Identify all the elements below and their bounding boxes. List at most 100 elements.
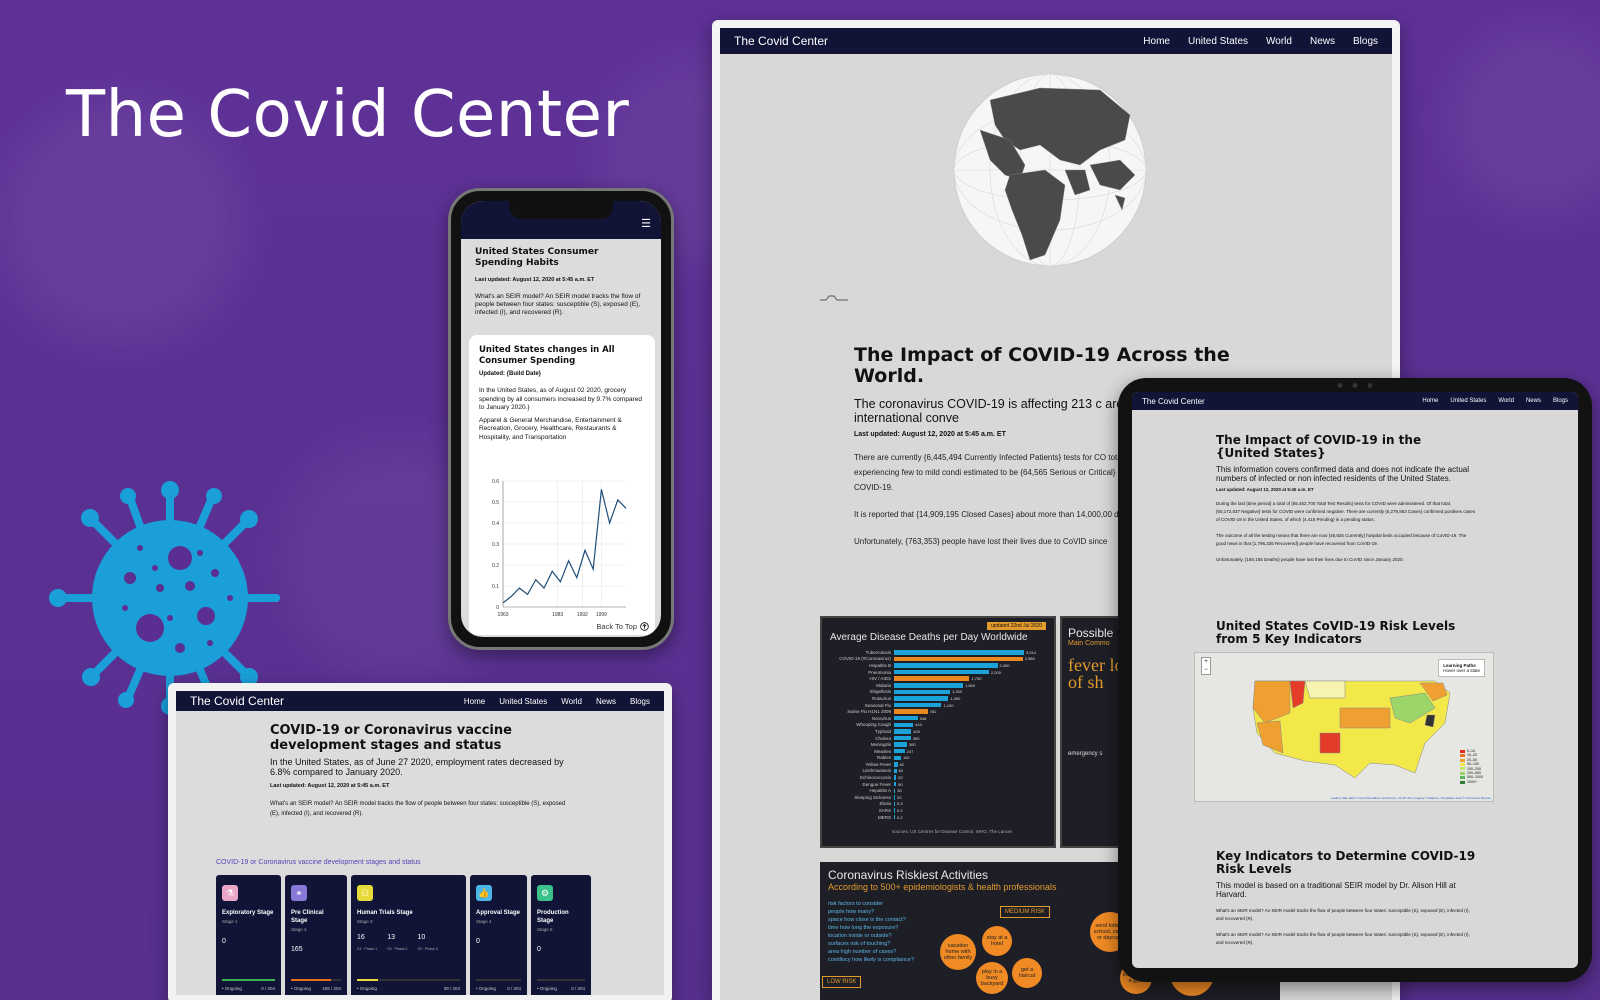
us-impact-paragraph-3: Unfortunately, {160,155 Deaths} people h… xyxy=(1216,557,1404,562)
key-indicators-paragraph-1: What's an SEIR model? An SEIR model trac… xyxy=(1216,908,1470,921)
nav-link-united-states[interactable]: United States xyxy=(1188,36,1248,47)
stage-card: ⚭ Pre Clinical Stage Stage 2 165 • Ongoing 16… xyxy=(285,875,347,995)
infographic-row-label: Meningitis xyxy=(870,742,891,748)
y-tick-label: 0 xyxy=(496,605,499,611)
us-impact-updated: Last updated: August 12, 2020 at 5:45 a.… xyxy=(1216,487,1314,492)
infographic-bar xyxy=(894,788,896,794)
map-zoom-controls[interactable]: + − xyxy=(1201,657,1211,675)
spending-card: United States changes in All Consumer Sp… xyxy=(469,335,655,635)
nav-brand[interactable]: The Covid Center xyxy=(734,34,828,48)
infographic-row: Typhoid 400 xyxy=(830,728,1046,735)
nav-link-blogs[interactable]: Blogs xyxy=(630,697,650,706)
nav-link-united-states[interactable]: United States xyxy=(499,697,547,706)
spending-card-updated: Updated: {Build Date} xyxy=(479,371,542,377)
infographic-bar xyxy=(894,735,911,741)
back-to-top-button[interactable]: Back To Top xyxy=(596,622,649,631)
key-indicators-heading: Key Indicators to Determine COVID-19 Ris… xyxy=(1216,849,1476,876)
stage-card: ⚙ Production Stage Stage 5 0 • Ongoing 0 / 20… xyxy=(531,875,591,995)
infographic-row-value: 3,014 xyxy=(1026,649,1037,655)
stage-name: Exploratory Stage xyxy=(222,910,274,916)
key-indicators-paragraph-2: What's an SEIR model? An SEIR model trac… xyxy=(1216,932,1470,945)
nav-link-home[interactable]: Home xyxy=(464,697,485,706)
infographic-row-value: 2,985 xyxy=(1024,656,1035,662)
stage-icon: ⚇ xyxy=(357,885,373,901)
nav-link-blogs[interactable]: Blogs xyxy=(1353,36,1378,47)
infographic-row: Yellow Fever 82 xyxy=(830,761,1046,768)
infographic-row-label: Leishmaniasis xyxy=(862,768,891,774)
nav-link-news[interactable]: News xyxy=(1310,36,1335,47)
back-to-top-label: Back To Top xyxy=(596,622,637,631)
infographic-row: HIV / AIDS 1,750 xyxy=(830,675,1046,682)
infographic-bar xyxy=(894,768,897,774)
infographic-row-label: Typhoid xyxy=(875,728,891,734)
infographic-row-value: 781 xyxy=(929,709,937,715)
infographic-row-value: 2,200 xyxy=(990,669,1001,675)
wave-icon xyxy=(820,295,848,301)
stage-card: 👍Approval StageStage 40• Ongoing0 / 204•… xyxy=(470,875,527,995)
infographic-row-label: COVID-19 (#Coronavirus) xyxy=(839,656,891,662)
infographic-row-label: Hepatitis B xyxy=(869,662,891,668)
x-tick-label: 1999 xyxy=(596,612,607,618)
nav-link-blogs[interactable]: Blogs xyxy=(1553,398,1568,404)
nav-link-world[interactable]: World xyxy=(1498,398,1514,404)
nav-link-news[interactable]: News xyxy=(1526,398,1541,404)
infographic-bar xyxy=(894,755,901,761)
infographic-row-value: 300 xyxy=(908,742,916,748)
infographic-bar xyxy=(894,775,897,780)
nav-link-news[interactable]: News xyxy=(596,697,616,706)
infographic-row-value: 1,300 xyxy=(952,689,963,695)
infographic-row-label: Ebola xyxy=(879,801,891,807)
nav-links: Home United States World News Blogs xyxy=(1143,36,1378,47)
y-tick-label: 0.4 xyxy=(492,521,499,527)
infographic-row: COVID-19 (#Coronavirus) 2,985 xyxy=(830,656,1046,663)
stage-ongoing: • Ongoing 0 / 204 xyxy=(537,986,585,991)
stage-ongoing: • Ongoing 165 / 204 xyxy=(291,986,341,991)
spending-card-paragraph-1: In the United States, as of August 02 20… xyxy=(479,387,642,411)
nav-link-world[interactable]: World xyxy=(561,697,582,706)
infographic-row-value: 5.3 xyxy=(897,801,903,807)
infographic-bar xyxy=(894,676,970,681)
hamburger-menu-icon[interactable]: ☰ xyxy=(641,217,651,230)
stage-name: Pre Clinical Stage xyxy=(291,910,324,924)
nav-link-home[interactable]: Home xyxy=(1143,36,1170,47)
infographic-row-value: 0.2 xyxy=(897,814,903,820)
bubble: get a haircut xyxy=(1012,958,1042,988)
nav-link-home[interactable]: Home xyxy=(1422,398,1438,404)
stage-card: ⚇ Human Trials Stage Stage 3 16 S3 · Phase 1… xyxy=(351,875,466,995)
infographic-row-label: SARS xyxy=(878,808,891,814)
infographic-row: SARS 0.2 xyxy=(830,807,1046,814)
phone-mockup: ☰ United States Consumer Spending Habits… xyxy=(448,188,674,650)
globe-image xyxy=(953,73,1147,267)
infographic-bar xyxy=(894,795,895,800)
desktop-navbar: The Covid Center Home United States Worl… xyxy=(720,28,1392,54)
vaccine-paragraph: What's an SEIR model? An SEIR model trac… xyxy=(270,801,566,817)
nav-brand[interactable]: The Covid Center xyxy=(190,694,284,708)
infographic-row: Hepatitis B 2,400 xyxy=(830,662,1046,669)
tablet-camera xyxy=(1337,383,1373,388)
phase-count: 13 S3 · Phase 2 xyxy=(387,934,408,951)
infographic-bar xyxy=(894,689,951,695)
infographic-row: Leishmaniasis 62 xyxy=(830,768,1046,775)
x-tick-label: 1963 xyxy=(497,612,508,618)
infographic-row: Malaria 1,600 xyxy=(830,682,1046,689)
infographic-row: Hepatitis A 30 xyxy=(830,787,1046,794)
us-impact-paragraph-1: During the last {time period} a total of… xyxy=(1216,501,1476,522)
x-tick-label: 1983 xyxy=(552,612,563,618)
nav-brand[interactable]: The Covid Center xyxy=(1142,397,1205,406)
hero-title: The Covid Center xyxy=(66,78,630,152)
map-attribution[interactable]: Leaflet | Map data © OpenStreetMap contr… xyxy=(1331,796,1491,800)
risk-map[interactable]: + − Learning Paths Hover over a state 0–1… xyxy=(1194,652,1494,802)
stage-number: Stage 3 xyxy=(357,919,373,924)
nav-link-united-states[interactable]: United States xyxy=(1450,398,1486,404)
tablet-mockup: The Covid Center Home United States Worl… xyxy=(1118,378,1592,982)
nav-links: Home United States World News Blogs xyxy=(464,697,650,706)
infographic-bar xyxy=(894,715,918,721)
us-impact-heading: The Impact of COVID-19 in the {United St… xyxy=(1216,433,1422,460)
infographic-row-value: 1,750 xyxy=(971,676,982,682)
infographic-row-value: 2,400 xyxy=(999,662,1010,668)
nav-link-world[interactable]: World xyxy=(1266,36,1292,47)
infographic-row: Norovirus 548 xyxy=(830,715,1046,722)
phase-count: 16 S3 · Phase 1 xyxy=(357,934,378,951)
consumer-spending-intro: What's an SEIR model? An SEIR model trac… xyxy=(475,293,641,316)
map-info-sub: Hover over a state xyxy=(1443,668,1480,673)
